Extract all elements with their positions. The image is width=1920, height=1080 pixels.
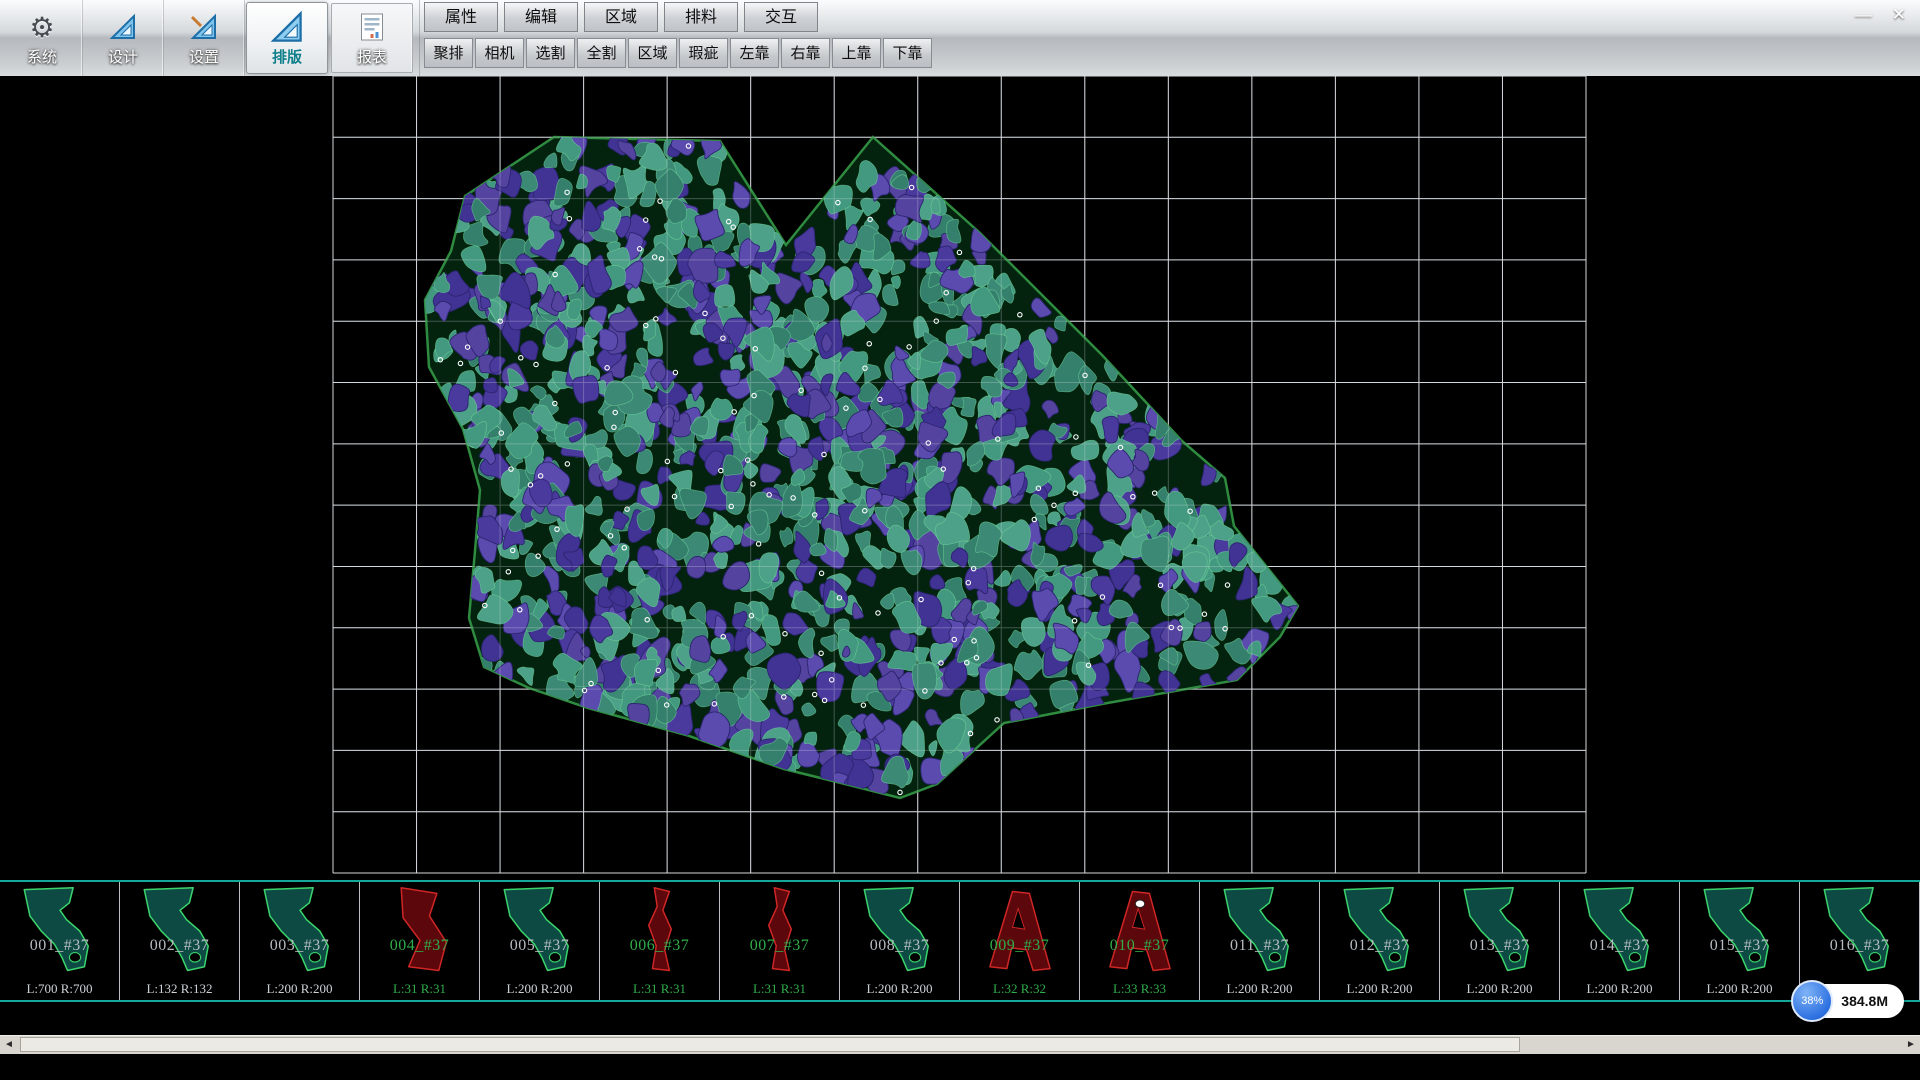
tool-button-align-right[interactable]: 右靠 [781, 38, 830, 68]
minimize-button[interactable]: — [1855, 5, 1872, 25]
toolbar-button-nesting[interactable]: 排版 [246, 2, 328, 74]
piece-lr-count: L:132 R:132 [120, 981, 239, 997]
tool-button-align-top[interactable]: 上靠 [832, 38, 881, 68]
tool-button-area[interactable]: 区域 [628, 38, 677, 68]
piece-lr-count: L:700 R:700 [0, 981, 119, 997]
tool-button-select-cut[interactable]: 选割 [526, 38, 575, 68]
toolbar-button-label: 报表 [357, 46, 387, 67]
toolbar-button-label: 排版 [272, 46, 302, 67]
toolbar-button-label: 设计 [108, 46, 138, 67]
toolbar-button-label: 系统 [27, 46, 57, 67]
toolbar-button-system[interactable]: ⚙系统 [2, 0, 83, 76]
piece-shape [1448, 884, 1552, 978]
piece-shape [608, 884, 712, 978]
piece-lr-count: L:200 R:200 [1560, 981, 1679, 997]
tool-button-camera[interactable]: 相机 [475, 38, 524, 68]
tool-button-cluster-nest[interactable]: 聚排 [424, 38, 473, 68]
tool-button-defect[interactable]: 瑕疵 [679, 38, 728, 68]
piece-lr-count: L:200 R:200 [840, 981, 959, 997]
piece-thumb-009_#37[interactable]: 009_#37L:32 R:32 [960, 882, 1080, 1000]
nesting-app: ⚙系统设计设置排版报表 属性编辑区域排料交互 聚排相机选割全割区域瑕疵左靠右靠上… [0, 0, 1920, 1080]
piece-shape [1328, 884, 1432, 978]
piece-lr-count: L:200 R:200 [240, 981, 359, 997]
piece-thumb-013_#37[interactable]: 013_#37L:200 R:200 [1440, 882, 1560, 1000]
piece-thumb-006_#37[interactable]: 006_#37L:31 R:31 [600, 882, 720, 1000]
menu-tab-edit[interactable]: 编辑 [504, 2, 578, 32]
piece-lr-count: L:31 R:31 [600, 981, 719, 997]
toolbar-button-report[interactable]: 报表 [331, 3, 413, 73]
menu-tab-nest[interactable]: 排料 [664, 2, 738, 32]
nesting-icon [270, 9, 304, 45]
piece-shape [728, 884, 832, 978]
piece-lr-count: L:31 R:31 [720, 981, 839, 997]
piece-shape [968, 884, 1072, 978]
scrollbar-thumb[interactable] [20, 1037, 1520, 1052]
piece-thumb-002_#37[interactable]: 002_#37L:132 R:132 [120, 882, 240, 1000]
toolbar-button-label: 设置 [189, 46, 219, 67]
scrollbar-track[interactable] [18, 1036, 1902, 1054]
piece-shape [368, 884, 472, 978]
toolbar-big-buttons: ⚙系统设计设置排版报表 [0, 0, 415, 76]
piece-lr-count: L:200 R:200 [480, 981, 599, 997]
tool-button-align-bottom[interactable]: 下靠 [883, 38, 932, 68]
piece-lr-count: L:200 R:200 [1320, 981, 1439, 997]
nesting-canvas[interactable] [0, 76, 1920, 880]
piece-shape [1808, 884, 1912, 978]
piece-thumb-001_#37[interactable]: 001_#37L:700 R:700 [0, 882, 120, 1000]
piece-thumb-012_#37[interactable]: 012_#37L:200 R:200 [1320, 882, 1440, 1000]
main-toolbar: ⚙系统设计设置排版报表 属性编辑区域排料交互 聚排相机选割全割区域瑕疵左靠右靠上… [0, 0, 1920, 77]
menu-tab-region[interactable]: 区域 [584, 2, 658, 32]
menu-tool-row: 聚排相机选割全割区域瑕疵左靠右靠上靠下靠 [424, 35, 932, 68]
piece-lr-count: L:200 R:200 [1200, 981, 1319, 997]
horizontal-scrollbar[interactable]: ◄ ► [0, 1035, 1920, 1054]
piece-thumb-007_#37[interactable]: 007_#37L:31 R:31 [720, 882, 840, 1000]
piece-lr-count: L:31 R:31 [360, 981, 479, 997]
report-icon [359, 9, 386, 45]
piece-shape [1208, 884, 1312, 978]
scroll-left-arrow[interactable]: ◄ [0, 1036, 18, 1054]
design-icon [108, 9, 138, 45]
piece-shape [248, 884, 352, 978]
close-button[interactable]: ✕ [1892, 5, 1906, 25]
memory-status: 38% 384.8M [1799, 984, 1904, 1018]
nesting-canvas-area[interactable] [0, 76, 1920, 880]
gear-icon: ⚙ [29, 9, 54, 45]
piece-thumb-004_#37[interactable]: 004_#37L:31 R:31 [360, 882, 480, 1000]
piece-thumb-003_#37[interactable]: 003_#37L:200 R:200 [240, 882, 360, 1000]
piece-lr-count: L:32 R:32 [960, 981, 1079, 997]
memory-value: 384.8M [1841, 993, 1888, 1009]
menu-tab-row: 属性编辑区域排料交互 [424, 0, 932, 35]
piece-thumb-010_#37[interactable]: 010_#37L:33 R:33 [1080, 882, 1200, 1000]
progress-indicator: 38% [1791, 980, 1833, 1022]
piece-shape [1688, 884, 1792, 978]
piece-thumb-011_#37[interactable]: 011_#37L:200 R:200 [1200, 882, 1320, 1000]
piece-thumb-005_#37[interactable]: 005_#37L:200 R:200 [480, 882, 600, 1000]
piece-shape [8, 884, 112, 978]
piece-shape [1088, 884, 1192, 978]
piece-lr-count: L:200 R:200 [1680, 981, 1799, 997]
piece-lr-count: L:200 R:200 [1440, 981, 1559, 997]
piece-shape [488, 884, 592, 978]
menu-tab-interact[interactable]: 交互 [744, 2, 818, 32]
tool-button-align-left[interactable]: 左靠 [730, 38, 779, 68]
piece-lr-count: L:33 R:33 [1080, 981, 1199, 997]
settings-icon [189, 9, 219, 45]
toolbar-button-design[interactable]: 设计 [83, 0, 164, 76]
toolbar-button-settings[interactable]: 设置 [164, 0, 245, 76]
window-controls: — ✕ [1855, 5, 1906, 25]
piece-thumb-014_#37[interactable]: 014_#37L:200 R:200 [1560, 882, 1680, 1000]
menu-tab-properties[interactable]: 属性 [424, 2, 498, 32]
tool-button-cut-all[interactable]: 全割 [577, 38, 626, 68]
piece-shape [848, 884, 952, 978]
piece-thumb-015_#37[interactable]: 015_#37L:200 R:200 [1680, 882, 1800, 1000]
piece-shape [1568, 884, 1672, 978]
scroll-right-arrow[interactable]: ► [1902, 1036, 1920, 1054]
piece-shape [128, 884, 232, 978]
piece-thumb-008_#37[interactable]: 008_#37L:200 R:200 [840, 882, 960, 1000]
menu-block: 属性编辑区域排料交互 聚排相机选割全割区域瑕疵左靠右靠上靠下靠 [419, 0, 932, 76]
pieces-panel: 001_#37L:700 R:700002_#37L:132 R:132003_… [0, 880, 1920, 1002]
